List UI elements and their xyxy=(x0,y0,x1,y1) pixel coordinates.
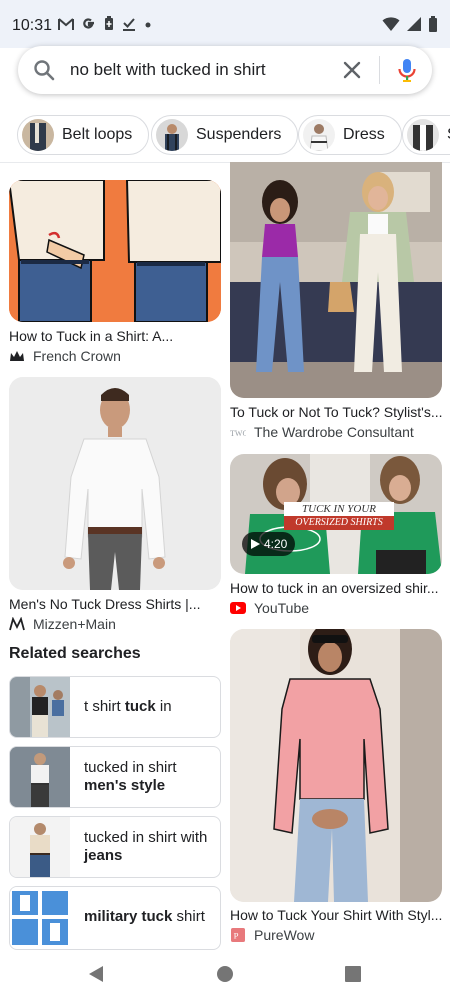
chip-belt-loops[interactable]: Belt loops xyxy=(17,115,150,155)
related-search-text: tucked in shirt with jeans xyxy=(84,829,208,864)
video-overlay-line-2: OVERSIZED SHIRTS xyxy=(295,517,383,528)
result-source[interactable]: French Crown xyxy=(9,348,121,364)
gmail-icon xyxy=(58,17,74,30)
related-search-text: t shirt tuck in xyxy=(84,698,172,715)
result-title[interactable]: To Tuck or Not To Tuck? Stylist's... xyxy=(230,404,442,420)
result-source[interactable]: Mizzen+Main xyxy=(9,616,116,632)
mizzen-main-logo-icon xyxy=(9,617,25,631)
back-icon[interactable] xyxy=(87,964,105,984)
video-duration-badge: 4:20 xyxy=(242,532,296,556)
chip-partial[interactable]: S xyxy=(402,115,450,155)
related-search-text: tucked in shirt men's style xyxy=(84,759,177,794)
result-image-tuck-shirt[interactable] xyxy=(9,180,221,322)
video-overlay-line-1: TUCK IN YOUR xyxy=(302,503,376,515)
chip-dress[interactable]: Dress xyxy=(298,115,402,155)
related-searches-title: Related searches xyxy=(9,645,141,662)
search-icon[interactable] xyxy=(32,58,56,82)
notification-icons xyxy=(58,16,152,31)
result-image-tuck-or-not[interactable] xyxy=(230,162,442,398)
status-time: 10:31 xyxy=(12,17,53,34)
related-search-item[interactable]: tucked in shirt men's style xyxy=(9,746,221,808)
result-title[interactable]: Men's No Tuck Dress Shirts |... xyxy=(9,596,221,612)
related-search-item[interactable]: t shirt tuck in xyxy=(9,676,221,738)
chip-thumbnail xyxy=(407,119,439,151)
youtube-icon xyxy=(230,602,246,614)
filter-chips: Belt loops Suspenders Dress S xyxy=(0,112,450,158)
result-source[interactable]: YouTube xyxy=(230,600,309,616)
result-title[interactable]: How to tuck in an oversized shir... xyxy=(230,580,442,596)
chip-thumbnail xyxy=(22,119,54,151)
related-search-item[interactable]: tucked in shirt with jeans xyxy=(9,816,221,878)
home-icon[interactable] xyxy=(217,966,233,982)
result-source[interactable]: TWC The Wardrobe Consultant xyxy=(230,424,414,440)
google-icon xyxy=(83,17,94,29)
search-divider xyxy=(379,56,380,84)
chip-thumbnail xyxy=(156,119,188,151)
dot-icon xyxy=(145,22,151,27)
result-image-pink-shirt[interactable] xyxy=(230,629,442,902)
related-search-text: military tuck shirt xyxy=(84,908,205,925)
clear-icon[interactable] xyxy=(340,58,364,82)
result-title[interactable]: How to Tuck in a Shirt: A... xyxy=(9,328,221,344)
status-bar: 10:31 xyxy=(0,0,450,48)
battery-icon xyxy=(429,16,437,32)
result-title[interactable]: How to Tuck Your Shirt With Styl... xyxy=(230,907,442,923)
download-done-icon xyxy=(123,17,135,31)
svg-text:TWC: TWC xyxy=(230,429,246,438)
purewow-logo-icon: P xyxy=(231,928,245,942)
related-thumbnail xyxy=(10,677,70,737)
signal-icon xyxy=(407,17,421,31)
system-icons xyxy=(382,16,438,32)
related-thumbnail xyxy=(10,747,70,807)
related-thumbnail xyxy=(10,887,70,947)
search-box[interactable]: no belt with tucked in shirt xyxy=(18,46,432,94)
battery-saver-icon xyxy=(105,16,113,30)
related-search-item[interactable]: military tuck shirt xyxy=(9,886,221,950)
mic-icon[interactable] xyxy=(394,57,420,83)
wardrobe-consultant-logo-icon: TWC xyxy=(230,429,246,438)
result-source[interactable]: P PureWow xyxy=(230,927,314,943)
svg-text:P: P xyxy=(234,931,239,941)
wifi-icon xyxy=(382,17,400,31)
chip-thumbnail xyxy=(303,119,335,151)
result-video-oversized-shirts[interactable]: TUCK IN YOUR OVERSIZED SHIRTS 4:20 xyxy=(230,454,442,574)
search-input[interactable]: no belt with tucked in shirt xyxy=(70,60,266,80)
chip-suspenders[interactable]: Suspenders xyxy=(151,115,299,155)
play-icon xyxy=(251,539,260,549)
result-image-dress-shirt[interactable] xyxy=(9,377,221,590)
navigation-bar xyxy=(0,950,450,1000)
recents-icon[interactable] xyxy=(345,966,361,982)
crown-icon xyxy=(10,351,24,361)
related-thumbnail xyxy=(10,817,70,877)
